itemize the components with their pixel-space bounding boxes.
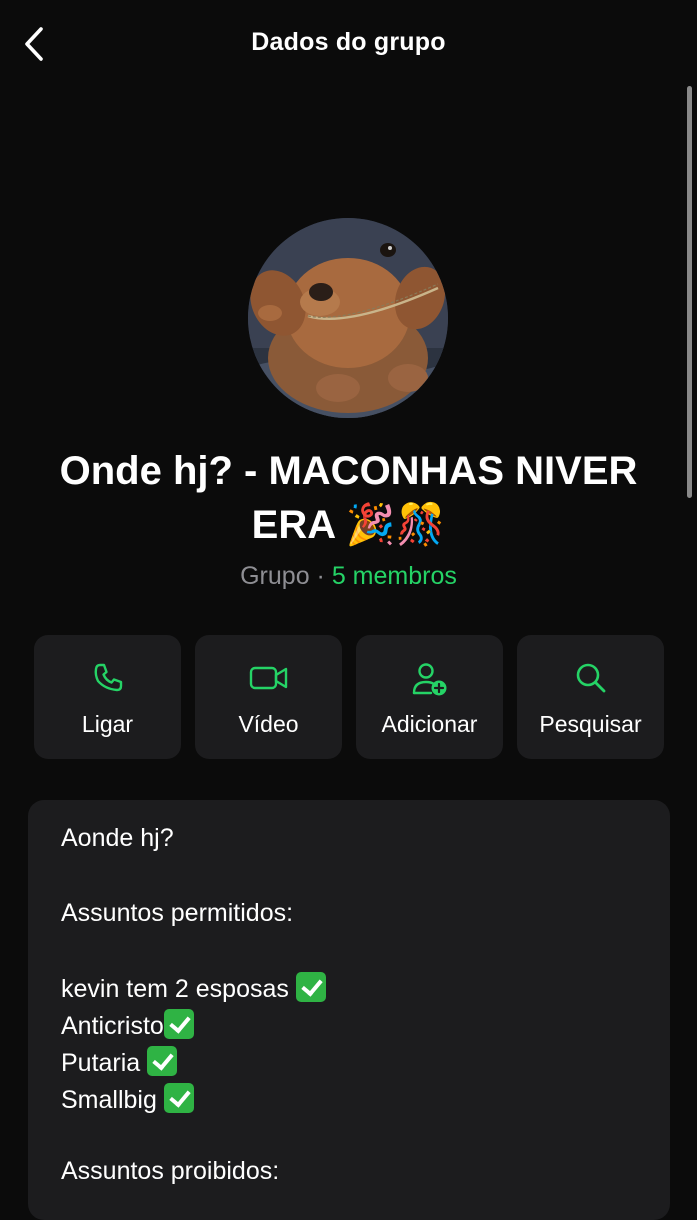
page-title: Dados do grupo [251,28,446,56]
call-button-label: Ligar [81,711,134,737]
add-member-button[interactable]: Adicionar [356,635,503,759]
description-line-text: Smallbig [61,1086,157,1114]
description-line-text: kevin tem 2 esposas [61,975,289,1003]
search-icon [576,663,605,693]
separator-dot: · [316,562,325,590]
members-count-link[interactable]: 5 membros [332,562,457,590]
search-button-label: Pesquisar [539,711,642,737]
group-subtitle: Grupo · 5 membros [0,562,697,591]
action-buttons-row: Ligar Vídeo Adicionar Pesquisar [34,635,664,759]
phone-icon [94,663,122,692]
video-call-button-label: Vídeo [238,711,299,737]
check-mark-emoji-icon [163,1009,194,1039]
group-type-label: Grupo [240,562,310,590]
description-line-checked: Anticristo [61,1009,194,1041]
top-navigation-bar: Dados do grupo [0,0,697,88]
call-button[interactable]: Ligar [34,635,181,759]
group-avatar[interactable] [248,218,448,418]
video-camera-icon [249,666,287,690]
scrollbar[interactable] [687,86,692,498]
description-line: Aonde hj? [61,824,174,852]
check-mark-emoji-icon [163,1083,194,1113]
add-person-icon [412,663,446,696]
video-call-button[interactable]: Vídeo [195,635,342,759]
check-mark-emoji-icon [295,972,326,1002]
description-line-checked: Smallbig [61,1083,194,1115]
search-button[interactable]: Pesquisar [517,635,664,759]
description-line-text: Putaria [61,1049,141,1077]
dog-photo [248,218,448,418]
group-name: Onde hj? - MACONHAS NIVER ERA 🎉🎊 [59,449,638,547]
description-line: Assuntos proibidos: [61,1157,280,1185]
description-line-checked: kevin tem 2 esposas [61,972,326,1004]
description-line-checked: Putaria [61,1046,178,1078]
add-member-button-label: Adicionar [381,711,478,737]
check-mark-emoji-icon [147,1046,178,1076]
description-line-text: Anticristo [61,1012,164,1040]
group-description-card[interactable]: Aonde hj? Assuntos permitidos: kevin tem… [28,800,670,1220]
description-line: Assuntos permitidos: [61,899,294,927]
